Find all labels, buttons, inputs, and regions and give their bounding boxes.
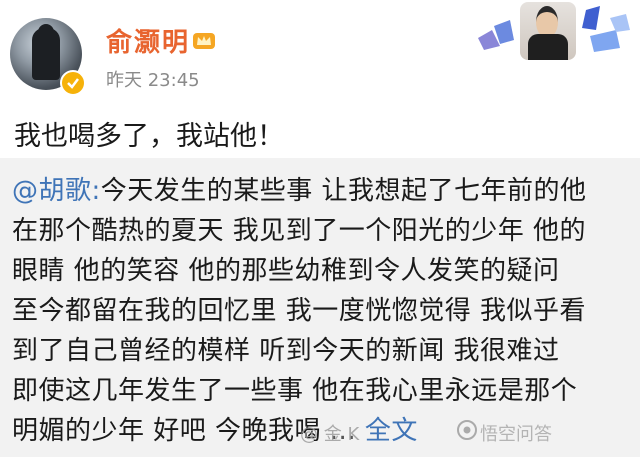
repost-box[interactable]: @胡歌:今天发生的某些事 让我想起了七年前的他 在那个酷热的夏天 我见到了一个阳… bbox=[0, 158, 640, 457]
banner-person-image bbox=[520, 2, 576, 60]
username[interactable]: 俞灏明 bbox=[106, 22, 190, 59]
wukong-eye-icon bbox=[457, 420, 477, 440]
repost-line-4: 至今都留在我的回忆里 我一度恍惚觉得 我似乎看 bbox=[12, 296, 587, 326]
verified-badge-icon bbox=[60, 70, 86, 96]
repost-line-2: 在那个酷热的夏天 我见到了一个阳光的少年 他的 bbox=[12, 216, 587, 246]
weibo-watermark: @ 金 K bbox=[300, 424, 360, 445]
banner-person-body bbox=[528, 34, 568, 60]
repost-text: 今天发生的某些事 让我想起了七年前的他 bbox=[100, 176, 587, 206]
crown-icon bbox=[193, 33, 215, 49]
source-watermark: 悟空问答 bbox=[480, 424, 552, 445]
repost-line-5: 到了自己曾经的模样 听到今天的新闻 我很难过 bbox=[12, 336, 560, 366]
repost-line-1: @胡歌:今天发生的某些事 让我想起了七年前的他 bbox=[12, 170, 587, 207]
repost-line-3: 眼睛 他的笑容 他的那些幼稚到令人发笑的疑问 bbox=[12, 256, 560, 286]
avatar-figure bbox=[32, 28, 60, 80]
full-text-link[interactable]: 全文 bbox=[365, 416, 418, 446]
repost-text-last: 明媚的少年 好吧 今晚我喝 bbox=[12, 416, 322, 446]
repost-line-6: 即使这几年发生了一些事 他在我心里永远是那个 bbox=[12, 376, 578, 406]
post-text: 我也喝多了，我站他！ bbox=[14, 121, 284, 152]
post-timestamp: 昨天 23:45 bbox=[106, 70, 200, 91]
mention-link[interactable]: @胡歌: bbox=[12, 176, 101, 206]
